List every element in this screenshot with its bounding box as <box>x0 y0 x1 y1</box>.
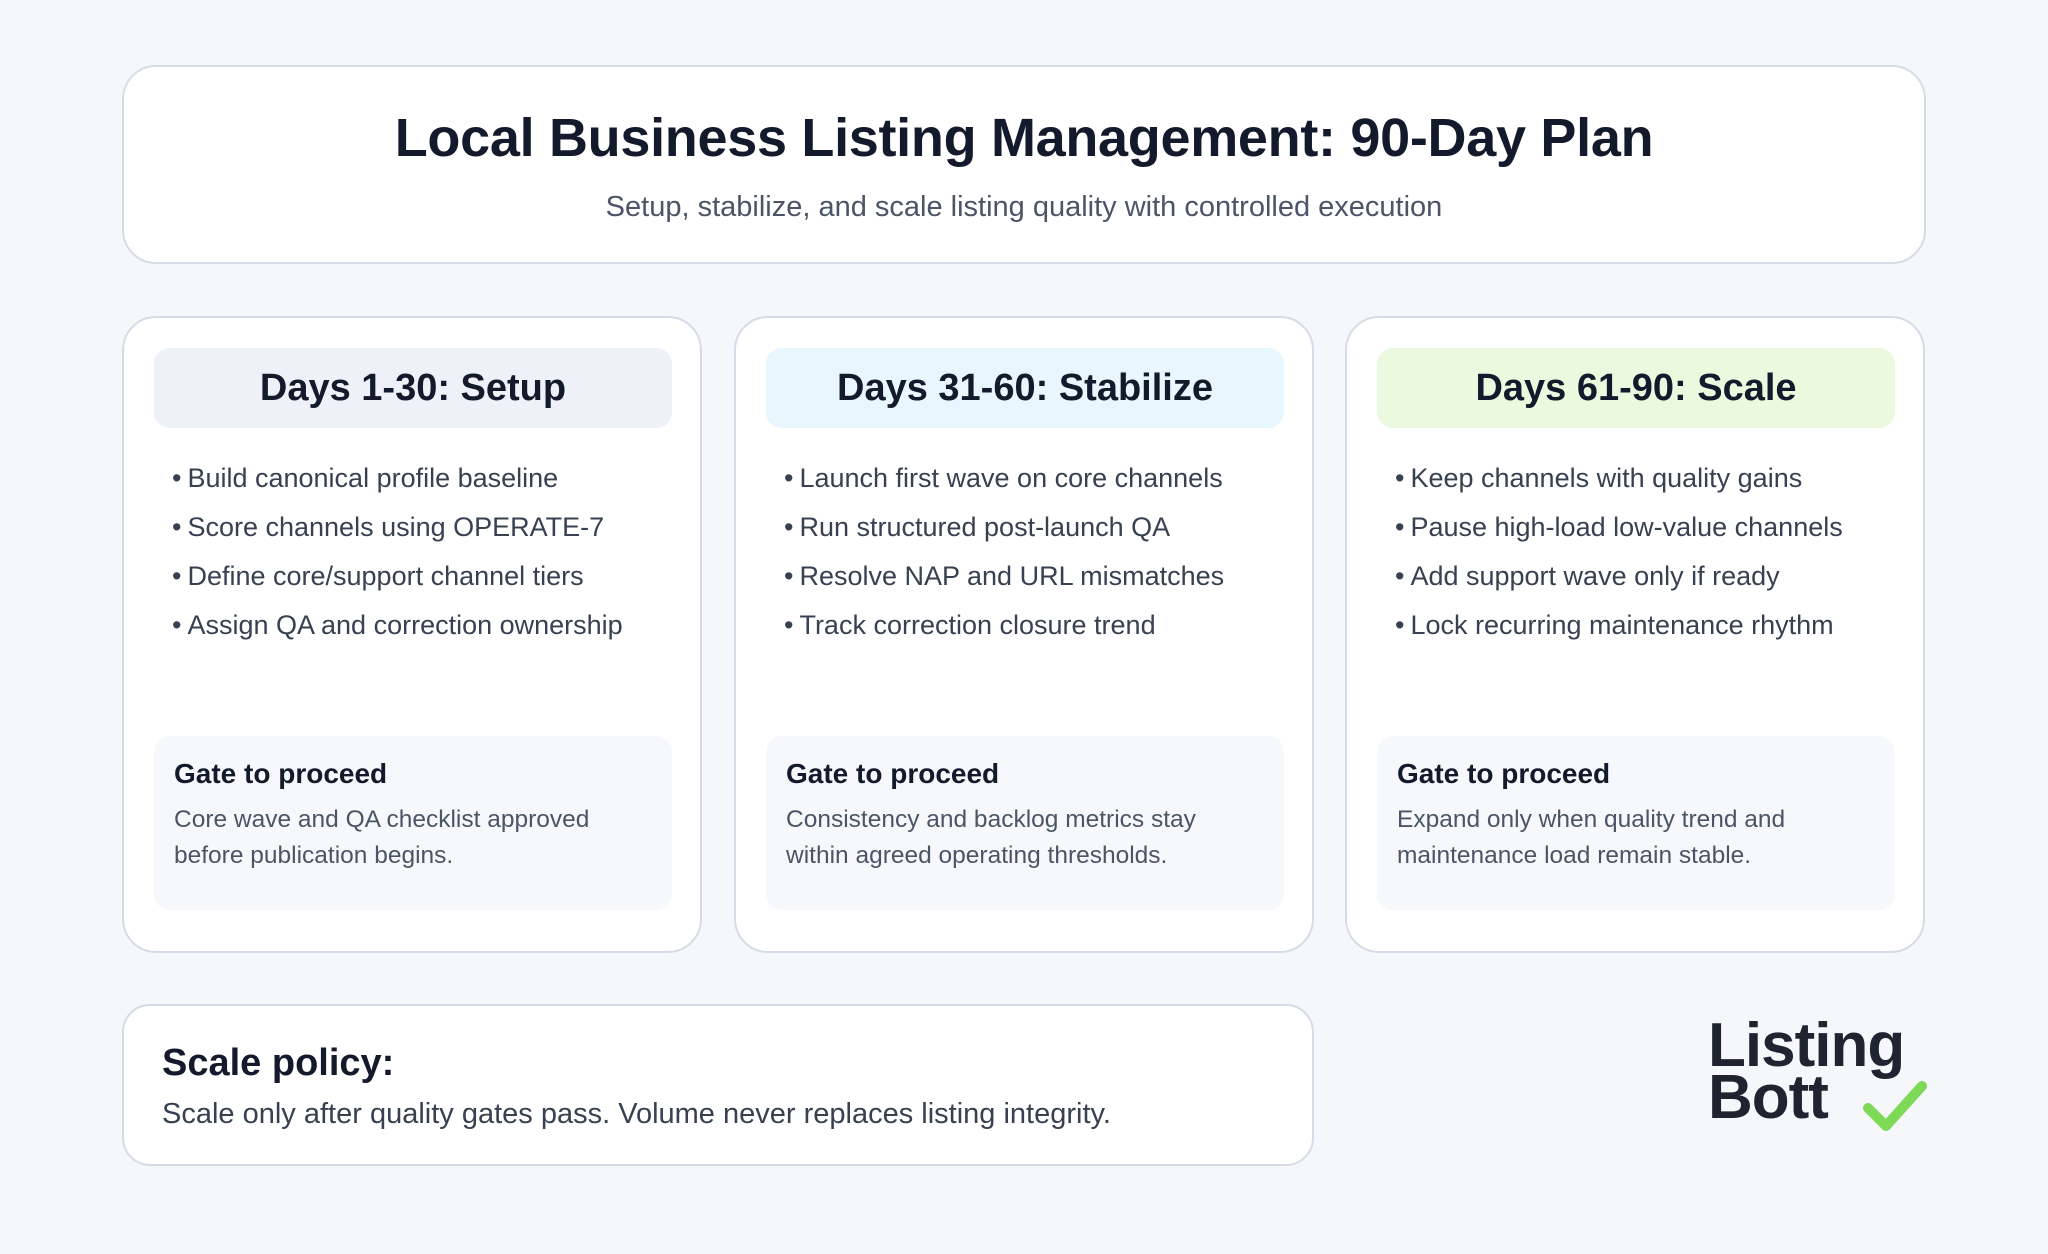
list-item: • Lock recurring maintenance rhythm <box>1395 601 1905 650</box>
phase-title: Days 1-30: Setup <box>154 348 672 428</box>
list-item: • Add support wave only if ready <box>1395 552 1905 601</box>
policy-title: Scale policy: <box>162 1042 395 1084</box>
gate-box: Gate to proceed Core wave and QA checkli… <box>154 736 672 910</box>
header-card: Local Business Listing Management: 90-Da… <box>122 65 1926 264</box>
phase-task-list: • Launch first wave on core channels • Run… <box>784 454 1294 650</box>
list-item-text: Add support wave only if ready <box>1410 561 1780 591</box>
page-subtitle: Setup, stabilize, and scale listing qual… <box>605 191 1443 223</box>
list-item-text: Define core/support channel tiers <box>187 561 584 591</box>
check-icon <box>1863 1081 1927 1131</box>
bullet: • <box>1395 610 1405 640</box>
list-item-text: Build canonical profile baseline <box>187 463 559 493</box>
gate-text-line: maintenance load remain stable. <box>1397 842 1752 869</box>
gate-box: Gate to proceed Consistency and backlog … <box>766 736 1284 910</box>
gate-title: Gate to proceed <box>1397 758 1611 789</box>
list-item: • Run structured post-launch QA <box>784 503 1294 552</box>
gate-text-line: within agreed operating thresholds. <box>786 842 1168 869</box>
list-item-text: Assign QA and correction ownership <box>187 610 623 640</box>
list-item: • Define core/support channel tiers <box>172 552 682 601</box>
list-item-text: Score channels using OPERATE-7 <box>187 512 605 542</box>
bullet: • <box>172 610 182 640</box>
gate-box: Gate to proceed Expand only when quality… <box>1377 736 1895 910</box>
phase-card-stabilize: Days 31-60: Stabilize • Launch first wave… <box>734 316 1314 953</box>
bullet: • <box>784 610 794 640</box>
bullet: • <box>784 512 794 542</box>
list-item-text: Launch first wave on core channels <box>799 463 1223 493</box>
page: Local Business Listing Management: 90-Da… <box>0 0 2048 1254</box>
bullet: • <box>1395 561 1405 591</box>
phase-card-scale: Days 61-90: Scale • Keep channels with qu… <box>1345 316 1925 953</box>
gate-title: Gate to proceed <box>174 758 388 789</box>
phase-title: Days 31-60: Stabilize <box>766 348 1284 428</box>
list-item: • Resolve NAP and URL mismatches <box>784 552 1294 601</box>
gate-text-line: Consistency and backlog metrics stay <box>786 806 1196 833</box>
list-item: • Pause high-load low-value channels <box>1395 503 1905 552</box>
scale-policy-card: Scale policy: Scale only after quality g… <box>122 1004 1314 1166</box>
bullet: • <box>172 463 182 493</box>
bullet: • <box>1395 463 1405 493</box>
gate-text: Expand only when quality trend and maint… <box>1397 802 1875 874</box>
gate-text-line: Core wave and QA checklist approved <box>174 806 590 833</box>
list-item: • Build canonical profile baseline <box>172 454 682 503</box>
gate-text: Core wave and QA checklist approved befo… <box>174 802 652 874</box>
bullet: • <box>172 561 182 591</box>
list-item-text: Lock recurring maintenance rhythm <box>1410 610 1834 640</box>
page-title: Local Business Listing Management: 90-Da… <box>394 108 1654 168</box>
phase-title: Days 61-90: Scale <box>1377 348 1895 428</box>
list-item-text: Resolve NAP and URL mismatches <box>799 561 1225 591</box>
phase-task-list: • Build canonical profile baseline • Score… <box>172 454 682 650</box>
list-item-text: Run structured post-launch QA <box>799 512 1171 542</box>
listingbott-logo: Listing Bott <box>1708 1015 1928 1140</box>
phase-task-list: • Keep channels with quality gains • Pause… <box>1395 454 1905 650</box>
bullet: • <box>1395 512 1405 542</box>
list-item: • Score channels using OPERATE-7 <box>172 503 682 552</box>
bullet: • <box>784 463 794 493</box>
gate-text-line: before publication begins. <box>174 842 454 869</box>
policy-text: Scale only after quality gates pass. Vol… <box>162 1098 1111 1130</box>
gate-text: Consistency and backlog metrics stay wit… <box>786 802 1264 874</box>
bullet: • <box>784 561 794 591</box>
list-item: • Track correction closure trend <box>784 601 1294 650</box>
list-item-text: Pause high-load low-value channels <box>1410 512 1843 542</box>
list-item: • Keep channels with quality gains <box>1395 454 1905 503</box>
bullet: • <box>172 512 182 542</box>
phase-card-setup: Days 1-30: Setup • Build canonical profil… <box>122 316 702 953</box>
gate-title: Gate to proceed <box>786 758 1000 789</box>
list-item-text: Track correction closure trend <box>799 610 1156 640</box>
list-item: • Launch first wave on core channels <box>784 454 1294 503</box>
gate-text-line: Expand only when quality trend and <box>1397 806 1786 833</box>
list-item-text: Keep channels with quality gains <box>1410 463 1803 493</box>
list-item: • Assign QA and correction ownership <box>172 601 682 650</box>
